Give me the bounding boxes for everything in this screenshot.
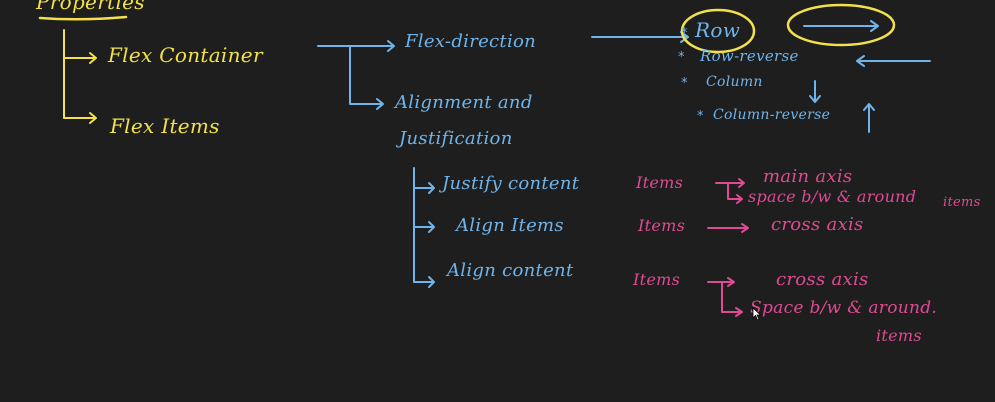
pink-arrow-align-items — [707, 223, 749, 233]
justify-result-main-axis: main axis — [763, 166, 853, 187]
branch-to-alignment — [349, 45, 384, 110]
arrow-to-flex-items — [63, 112, 97, 124]
option-row: Row — [695, 18, 741, 42]
option-column: Column — [706, 74, 763, 90]
column-reverse-arrow — [863, 103, 875, 133]
arrow-direction-to-options — [591, 31, 689, 43]
alignment-label-line1: Alignment and — [395, 92, 533, 113]
pink-arrow-justify-main — [737, 178, 745, 188]
align-items-items-label: Items — [638, 216, 686, 235]
align-items-label: Align Items — [456, 215, 564, 236]
bullet-column-reverse: * — [697, 109, 704, 124]
justify-result-items: items — [943, 195, 981, 210]
arrow-to-flex-container — [63, 52, 97, 64]
flex-container-label: Flex Container — [108, 43, 263, 67]
pink-bracket-justify — [715, 182, 743, 204]
arrow-to-align-items — [413, 221, 435, 233]
arrow-container-to-direction — [317, 40, 395, 52]
justify-result-space: space b/w & around — [748, 187, 917, 206]
row-reverse-arrow — [856, 55, 931, 67]
arrow-to-align-content — [413, 276, 435, 288]
arrow-to-justify-content — [413, 182, 435, 194]
align-content-items-label: Items — [633, 270, 681, 289]
align-content-result-items: items — [876, 326, 922, 345]
bullet-column: * — [681, 76, 688, 91]
flex-items-label: Flex Items — [110, 114, 220, 138]
align-content-result-cross-axis: cross axis — [776, 269, 869, 290]
align-items-result-cross-axis: cross axis — [771, 214, 864, 235]
title-underline — [38, 15, 128, 21]
justify-content-label: Justify content — [442, 173, 580, 194]
align-content-result-space: Space b/w & around. — [750, 298, 938, 318]
alignment-label-line2: Justification — [399, 128, 513, 149]
row-demo-arrow — [803, 20, 879, 32]
pink-bracket-align-content — [707, 277, 743, 317]
option-row-reverse: Row-reverse — [700, 47, 799, 65]
bullet-row-reverse: * — [678, 50, 685, 65]
mouse-cursor-icon — [752, 307, 762, 321]
option-column-reverse: Column-reverse — [713, 107, 831, 123]
whiteboard-canvas: Properties Flex Container Flex Items Fle… — [0, 0, 995, 402]
flex-direction-label: Flex-direction — [405, 31, 537, 52]
justify-items-label: Items — [636, 173, 684, 192]
bullet-row: * — [681, 26, 688, 41]
align-content-label: Align content — [447, 260, 574, 281]
page-title: Properties — [36, 0, 145, 14]
column-arrow — [809, 80, 821, 103]
